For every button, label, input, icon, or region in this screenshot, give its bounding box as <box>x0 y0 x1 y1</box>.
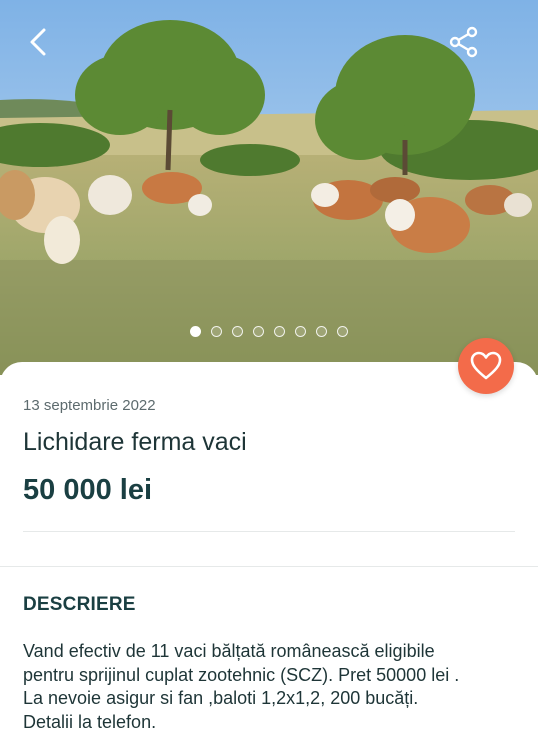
section-divider <box>0 566 538 567</box>
share-button[interactable] <box>442 20 486 64</box>
ad-title: Lichidare ferma vaci <box>23 428 247 456</box>
gallery-dot[interactable] <box>316 326 327 337</box>
back-arrow-icon <box>30 28 46 56</box>
description-line: Vand efectiv de 11 vaci bălțată româneas… <box>23 641 435 661</box>
favorite-button[interactable] <box>458 338 514 394</box>
description-text: Vand efectiv de 11 vaci bălțată româneas… <box>23 640 523 734</box>
ad-price: 50 000 lei <box>23 474 152 506</box>
gallery-dot[interactable] <box>253 326 264 337</box>
gallery-dot[interactable] <box>337 326 348 337</box>
description-line: Detalii la telefon. <box>23 711 157 732</box>
gallery-dot[interactable] <box>295 326 306 337</box>
gallery-dot[interactable] <box>274 326 285 337</box>
back-button[interactable] <box>16 20 60 64</box>
gallery-dot[interactable] <box>211 326 222 337</box>
description-heading: DESCRIERE <box>23 594 136 615</box>
gallery-pagination <box>0 326 538 337</box>
share-icon <box>449 26 478 58</box>
divider <box>23 531 515 532</box>
description-line: La nevoie asigur si fan ,baloti 1,2x1,2,… <box>23 688 419 708</box>
gallery-dot[interactable] <box>232 326 243 337</box>
gallery-dot[interactable] <box>190 326 201 337</box>
ad-date: 13 septembrie 2022 <box>23 397 156 414</box>
description-line: pentru sprijinul cuplat zootehnic (SCZ).… <box>23 664 460 685</box>
heart-icon <box>470 351 502 380</box>
